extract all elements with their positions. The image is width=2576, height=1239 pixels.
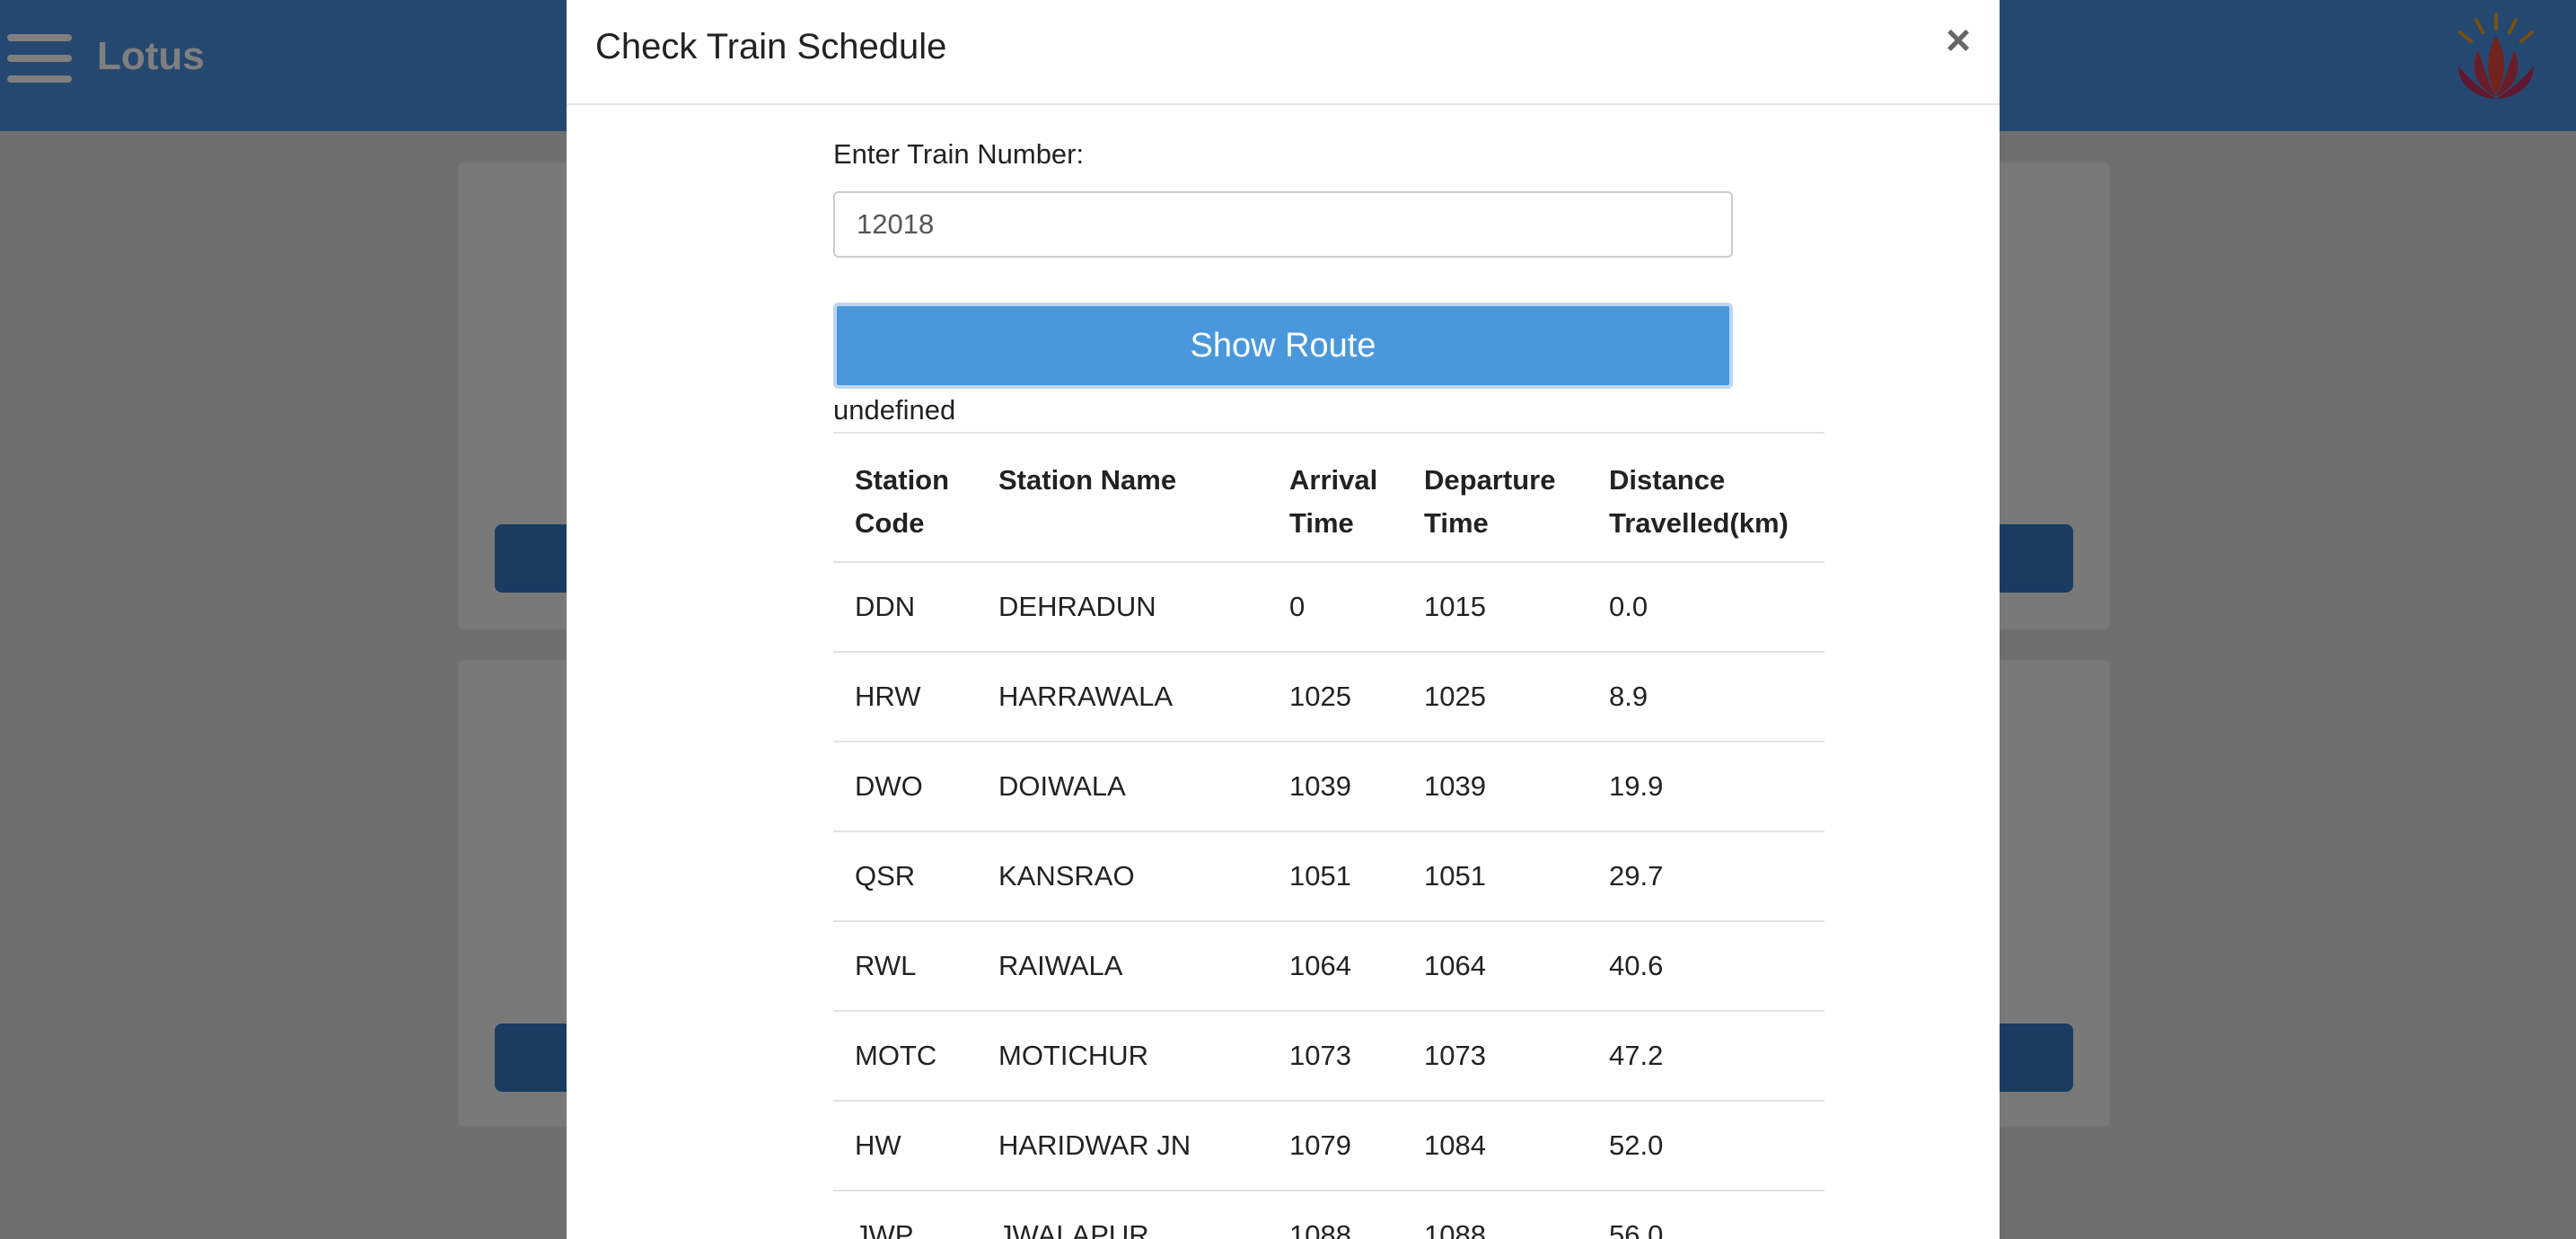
departure-time-cell: 1084 <box>1402 1100 1587 1191</box>
train-number-label: Enter Train Number: <box>833 138 1085 170</box>
departure-time-cell: 1064 <box>1402 920 1587 1011</box>
modal-title: Check Train Schedule <box>595 27 947 66</box>
route-table: Station Code Station Name Arrival Time Dep… <box>833 432 1824 1239</box>
distance-cell: 47.2 <box>1587 1010 1824 1101</box>
station-name-cell: MOTICHUR <box>977 1010 1268 1101</box>
header-arrival-time: Arrival Time <box>1268 432 1402 562</box>
header-departure-time: Departure Time <box>1402 432 1587 562</box>
table-header-row: Station Code Station Name Arrival Time Dep… <box>833 432 1824 562</box>
station-code-cell: RWL <box>833 920 977 1011</box>
arrival-time-cell: 1088 <box>1268 1190 1402 1239</box>
station-name-cell: JWALAPUR <box>977 1190 1268 1239</box>
station-name-cell: DEHRADUN <box>977 561 1268 652</box>
table-row: MOTC MOTICHUR 1073 1073 47.2 <box>833 1010 1824 1101</box>
station-code-cell: JWP <box>833 1190 977 1239</box>
result-status-text: undefined <box>833 394 956 426</box>
departure-time-cell: 1025 <box>1402 651 1587 742</box>
distance-cell: 19.9 <box>1587 741 1824 831</box>
table-row: DDN DEHRADUN 0 1015 0.0 <box>833 561 1824 652</box>
header-station-name: Station Name <box>977 432 1268 562</box>
departure-time-cell: 1015 <box>1402 561 1587 652</box>
station-name-cell: RAIWALA <box>977 920 1268 1011</box>
departure-time-cell: 1039 <box>1402 741 1587 831</box>
arrival-time-cell: 1025 <box>1268 651 1402 742</box>
train-number-input[interactable] <box>833 191 1733 258</box>
distance-cell: 8.9 <box>1587 651 1824 742</box>
distance-cell: 29.7 <box>1587 830 1824 921</box>
station-name-cell: HARRAWALA <box>977 651 1268 742</box>
station-code-cell: DDN <box>833 561 977 652</box>
arrival-time-cell: 1039 <box>1268 741 1402 831</box>
table-row: HW HARIDWAR JN 1079 1084 52.0 <box>833 1100 1824 1191</box>
header-distance: Distance Travelled(km) <box>1587 432 1824 562</box>
station-name-cell: HARIDWAR JN <box>977 1100 1268 1191</box>
distance-cell: 0.0 <box>1587 561 1824 652</box>
distance-cell: 40.6 <box>1587 920 1824 1011</box>
station-name-cell: KANSRAO <box>977 830 1268 921</box>
station-code-cell: HRW <box>833 651 977 742</box>
distance-cell: 52.0 <box>1587 1100 1824 1191</box>
close-icon[interactable]: × <box>1946 20 1971 63</box>
departure-time-cell: 1073 <box>1402 1010 1587 1101</box>
arrival-time-cell: 1073 <box>1268 1010 1402 1101</box>
table-row: JWP JWALAPUR 1088 1088 56.0 <box>833 1190 1824 1239</box>
station-code-cell: HW <box>833 1100 977 1191</box>
arrival-time-cell: 1079 <box>1268 1100 1402 1191</box>
arrival-time-cell: 0 <box>1268 561 1402 652</box>
arrival-time-cell: 1051 <box>1268 830 1402 921</box>
distance-cell: 56.0 <box>1587 1190 1824 1239</box>
train-schedule-modal: Check Train Schedule × Enter Train Numbe… <box>567 0 2000 1239</box>
table-row: QSR KANSRAO 1051 1051 29.7 <box>833 830 1824 921</box>
station-code-cell: QSR <box>833 830 977 921</box>
arrival-time-cell: 1064 <box>1268 920 1402 1011</box>
departure-time-cell: 1088 <box>1402 1190 1587 1239</box>
station-code-cell: DWO <box>833 741 977 831</box>
table-row: HRW HARRAWALA 1025 1025 8.9 <box>833 651 1824 742</box>
station-code-cell: MOTC <box>833 1010 977 1101</box>
station-name-cell: DOIWALA <box>977 741 1268 831</box>
table-row: RWL RAIWALA 1064 1064 40.6 <box>833 920 1824 1011</box>
departure-time-cell: 1051 <box>1402 830 1587 921</box>
header-station-code: Station Code <box>833 432 977 562</box>
show-route-button[interactable]: Show Route <box>833 303 1733 389</box>
table-row: DWO DOIWALA 1039 1039 19.9 <box>833 741 1824 831</box>
modal-header: Check Train Schedule × <box>567 0 2000 105</box>
